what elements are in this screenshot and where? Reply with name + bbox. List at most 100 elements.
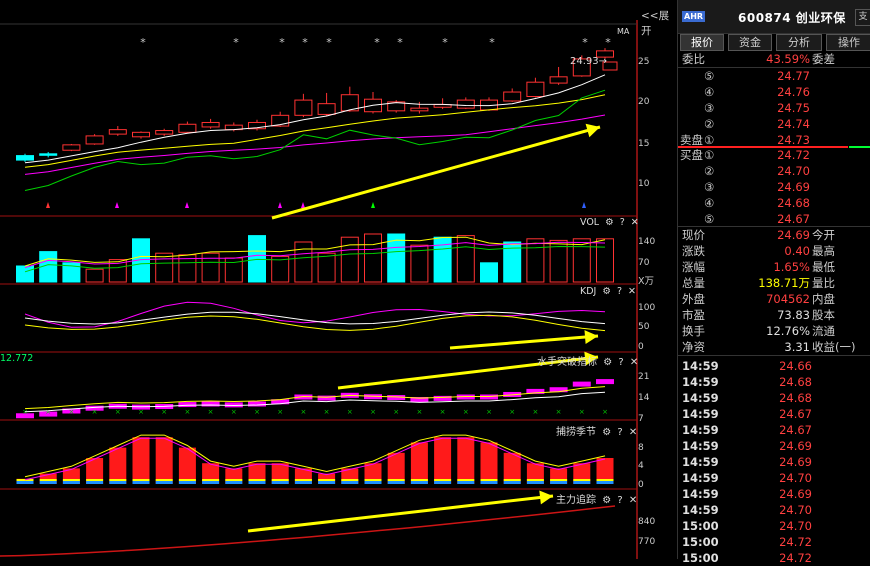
gear-icon[interactable]: ⚙ bbox=[602, 495, 611, 506]
tick-price: 24.69 bbox=[779, 439, 812, 453]
signal-marker: * bbox=[582, 36, 588, 49]
bid-row[interactable]: ④ 24.68 bbox=[678, 195, 870, 211]
p4-bar bbox=[132, 437, 150, 484]
ask-price: 24.76 bbox=[777, 85, 810, 99]
p3-cross: × bbox=[92, 408, 98, 416]
kdj-panel-header: KDJ ⚙ ? ✕ bbox=[580, 286, 636, 297]
tab-funds[interactable]: 资金 bbox=[728, 34, 772, 51]
bid-price: 24.69 bbox=[777, 180, 810, 194]
bid-row[interactable]: ⑤ 24.67 bbox=[678, 211, 870, 227]
p3-cross: × bbox=[324, 408, 330, 416]
help-icon[interactable]: ? bbox=[618, 357, 623, 368]
p3-cross: × bbox=[416, 408, 422, 416]
p3-cross: × bbox=[509, 408, 515, 416]
help-icon[interactable]: ? bbox=[617, 286, 622, 297]
close-icon[interactable]: ✕ bbox=[629, 495, 637, 506]
close-icon[interactable]: ✕ bbox=[631, 217, 639, 228]
p4-base-blue bbox=[294, 481, 312, 484]
ask-row[interactable]: ② 24.74 bbox=[678, 116, 870, 132]
stat-row: 涨幅 1.65% 最低 bbox=[678, 259, 870, 275]
p3-cross: × bbox=[463, 408, 469, 416]
p4-base-blue bbox=[39, 481, 57, 484]
p4-bar bbox=[155, 437, 173, 484]
gear-icon[interactable]: ⚙ bbox=[602, 427, 611, 438]
stat-row: 外盘 704562 内盘 bbox=[678, 291, 870, 307]
bid-row[interactable]: ② 24.70 bbox=[678, 163, 870, 179]
signal-marker: * bbox=[442, 36, 448, 49]
p4-label: 捕捞季节 bbox=[556, 427, 596, 438]
stat-value: 1.65% bbox=[773, 260, 810, 274]
kline-chart[interactable]: * * * * * * * * * * *× × × × × × × × × × × × × × × × × × × × × × × × × × bbox=[0, 0, 677, 559]
p3-cross: × bbox=[277, 408, 283, 416]
volume-bar bbox=[572, 238, 591, 283]
tick-price: 24.72 bbox=[779, 551, 812, 565]
quote-panel: AHR 600874 创业环保 支 报价 资金 分析 操作 委比 43.59% 委差… bbox=[677, 0, 870, 565]
ask-row[interactable]: ③ 24.75 bbox=[678, 100, 870, 116]
help-icon[interactable]: ? bbox=[620, 217, 625, 228]
bid-row[interactable]: 买盘 ① 24.72 bbox=[678, 147, 870, 163]
quote-tabs: 报价 资金 分析 操作 bbox=[678, 34, 870, 51]
tab-quote[interactable]: 报价 bbox=[680, 34, 724, 51]
p4-base-yellow bbox=[503, 479, 521, 481]
p4-base-yellow bbox=[155, 479, 173, 481]
close-icon[interactable]: ✕ bbox=[630, 357, 638, 368]
close-icon[interactable]: ✕ bbox=[629, 427, 637, 438]
volume-bar bbox=[85, 268, 104, 283]
p4-base-blue bbox=[202, 481, 220, 484]
vol-tick: 70 bbox=[638, 258, 650, 268]
tick-time: 14:59 bbox=[682, 455, 719, 469]
buy-label: 买盘 bbox=[680, 148, 703, 162]
tick-row: 14:59 24.67 bbox=[678, 406, 870, 422]
ask-index: ② bbox=[704, 117, 715, 131]
p3-left-value: 12.772 bbox=[0, 353, 34, 364]
stat-label: 总量 bbox=[682, 276, 705, 290]
ahr-badge[interactable]: AHR bbox=[682, 11, 706, 22]
gear-icon[interactable]: ⚙ bbox=[605, 217, 614, 228]
tick-row: 14:59 24.70 bbox=[678, 502, 870, 518]
gear-icon[interactable]: ⚙ bbox=[602, 286, 611, 297]
help-icon[interactable]: ? bbox=[617, 427, 622, 438]
volume-bar bbox=[340, 236, 359, 283]
tick-price: 24.70 bbox=[779, 519, 812, 533]
p4-base-yellow bbox=[480, 479, 498, 481]
p3-tick: 7 bbox=[638, 414, 644, 424]
gear-icon[interactable]: ⚙ bbox=[603, 357, 612, 368]
tick-price: 24.72 bbox=[779, 535, 812, 549]
p3-bar bbox=[596, 379, 614, 385]
tick-price: 24.70 bbox=[779, 503, 812, 517]
p4-base-yellow bbox=[434, 479, 452, 481]
help-icon[interactable]: ? bbox=[617, 495, 622, 506]
vol-tick: 140 bbox=[638, 237, 656, 247]
p4-base-yellow bbox=[248, 479, 266, 481]
p3-bar bbox=[572, 381, 591, 387]
candle-body bbox=[317, 103, 336, 115]
expand-toggle[interactable]: <<展开 bbox=[641, 8, 677, 38]
weibi-label: 委比 bbox=[682, 52, 705, 66]
tick-row: 14:59 24.68 bbox=[678, 390, 870, 406]
p3-cross: × bbox=[254, 408, 260, 416]
p4-base-yellow bbox=[109, 479, 127, 481]
p4-base-blue bbox=[596, 481, 614, 484]
tick-row: 14:59 24.66 bbox=[678, 358, 870, 374]
p4-base-yellow bbox=[86, 479, 104, 481]
ma-label: MA bbox=[617, 27, 630, 36]
volume-bar bbox=[526, 238, 545, 283]
chart-area[interactable]: * * * * * * * * * * * × × × × × × × × × × × × × × × × × × × × × × × × × × <<… bbox=[0, 0, 677, 559]
tick-row: 14:59 24.69 bbox=[678, 438, 870, 454]
tab-analysis[interactable]: 分析 bbox=[776, 34, 822, 51]
ask-index: ④ bbox=[704, 85, 715, 99]
close-icon[interactable]: ✕ bbox=[628, 286, 636, 297]
p3-label: 水手突破指标 bbox=[537, 357, 597, 368]
kdj-tick: 100 bbox=[638, 303, 656, 313]
stat-row: 净资 3.31 收益(一) bbox=[678, 339, 870, 355]
volume-bar bbox=[248, 235, 266, 283]
p4-base-yellow bbox=[271, 479, 289, 481]
candle-body bbox=[294, 99, 313, 116]
tab-operate[interactable]: 操作 bbox=[826, 34, 870, 51]
ask-row[interactable]: ④ 24.76 bbox=[678, 84, 870, 100]
bid-row[interactable]: ③ 24.69 bbox=[678, 179, 870, 195]
stat-label: 现价 bbox=[682, 228, 705, 242]
ask-row[interactable]: ⑤ 24.77 bbox=[678, 68, 870, 84]
tick-price: 24.67 bbox=[779, 423, 812, 437]
collapse-icon[interactable]: 支 bbox=[855, 9, 870, 26]
